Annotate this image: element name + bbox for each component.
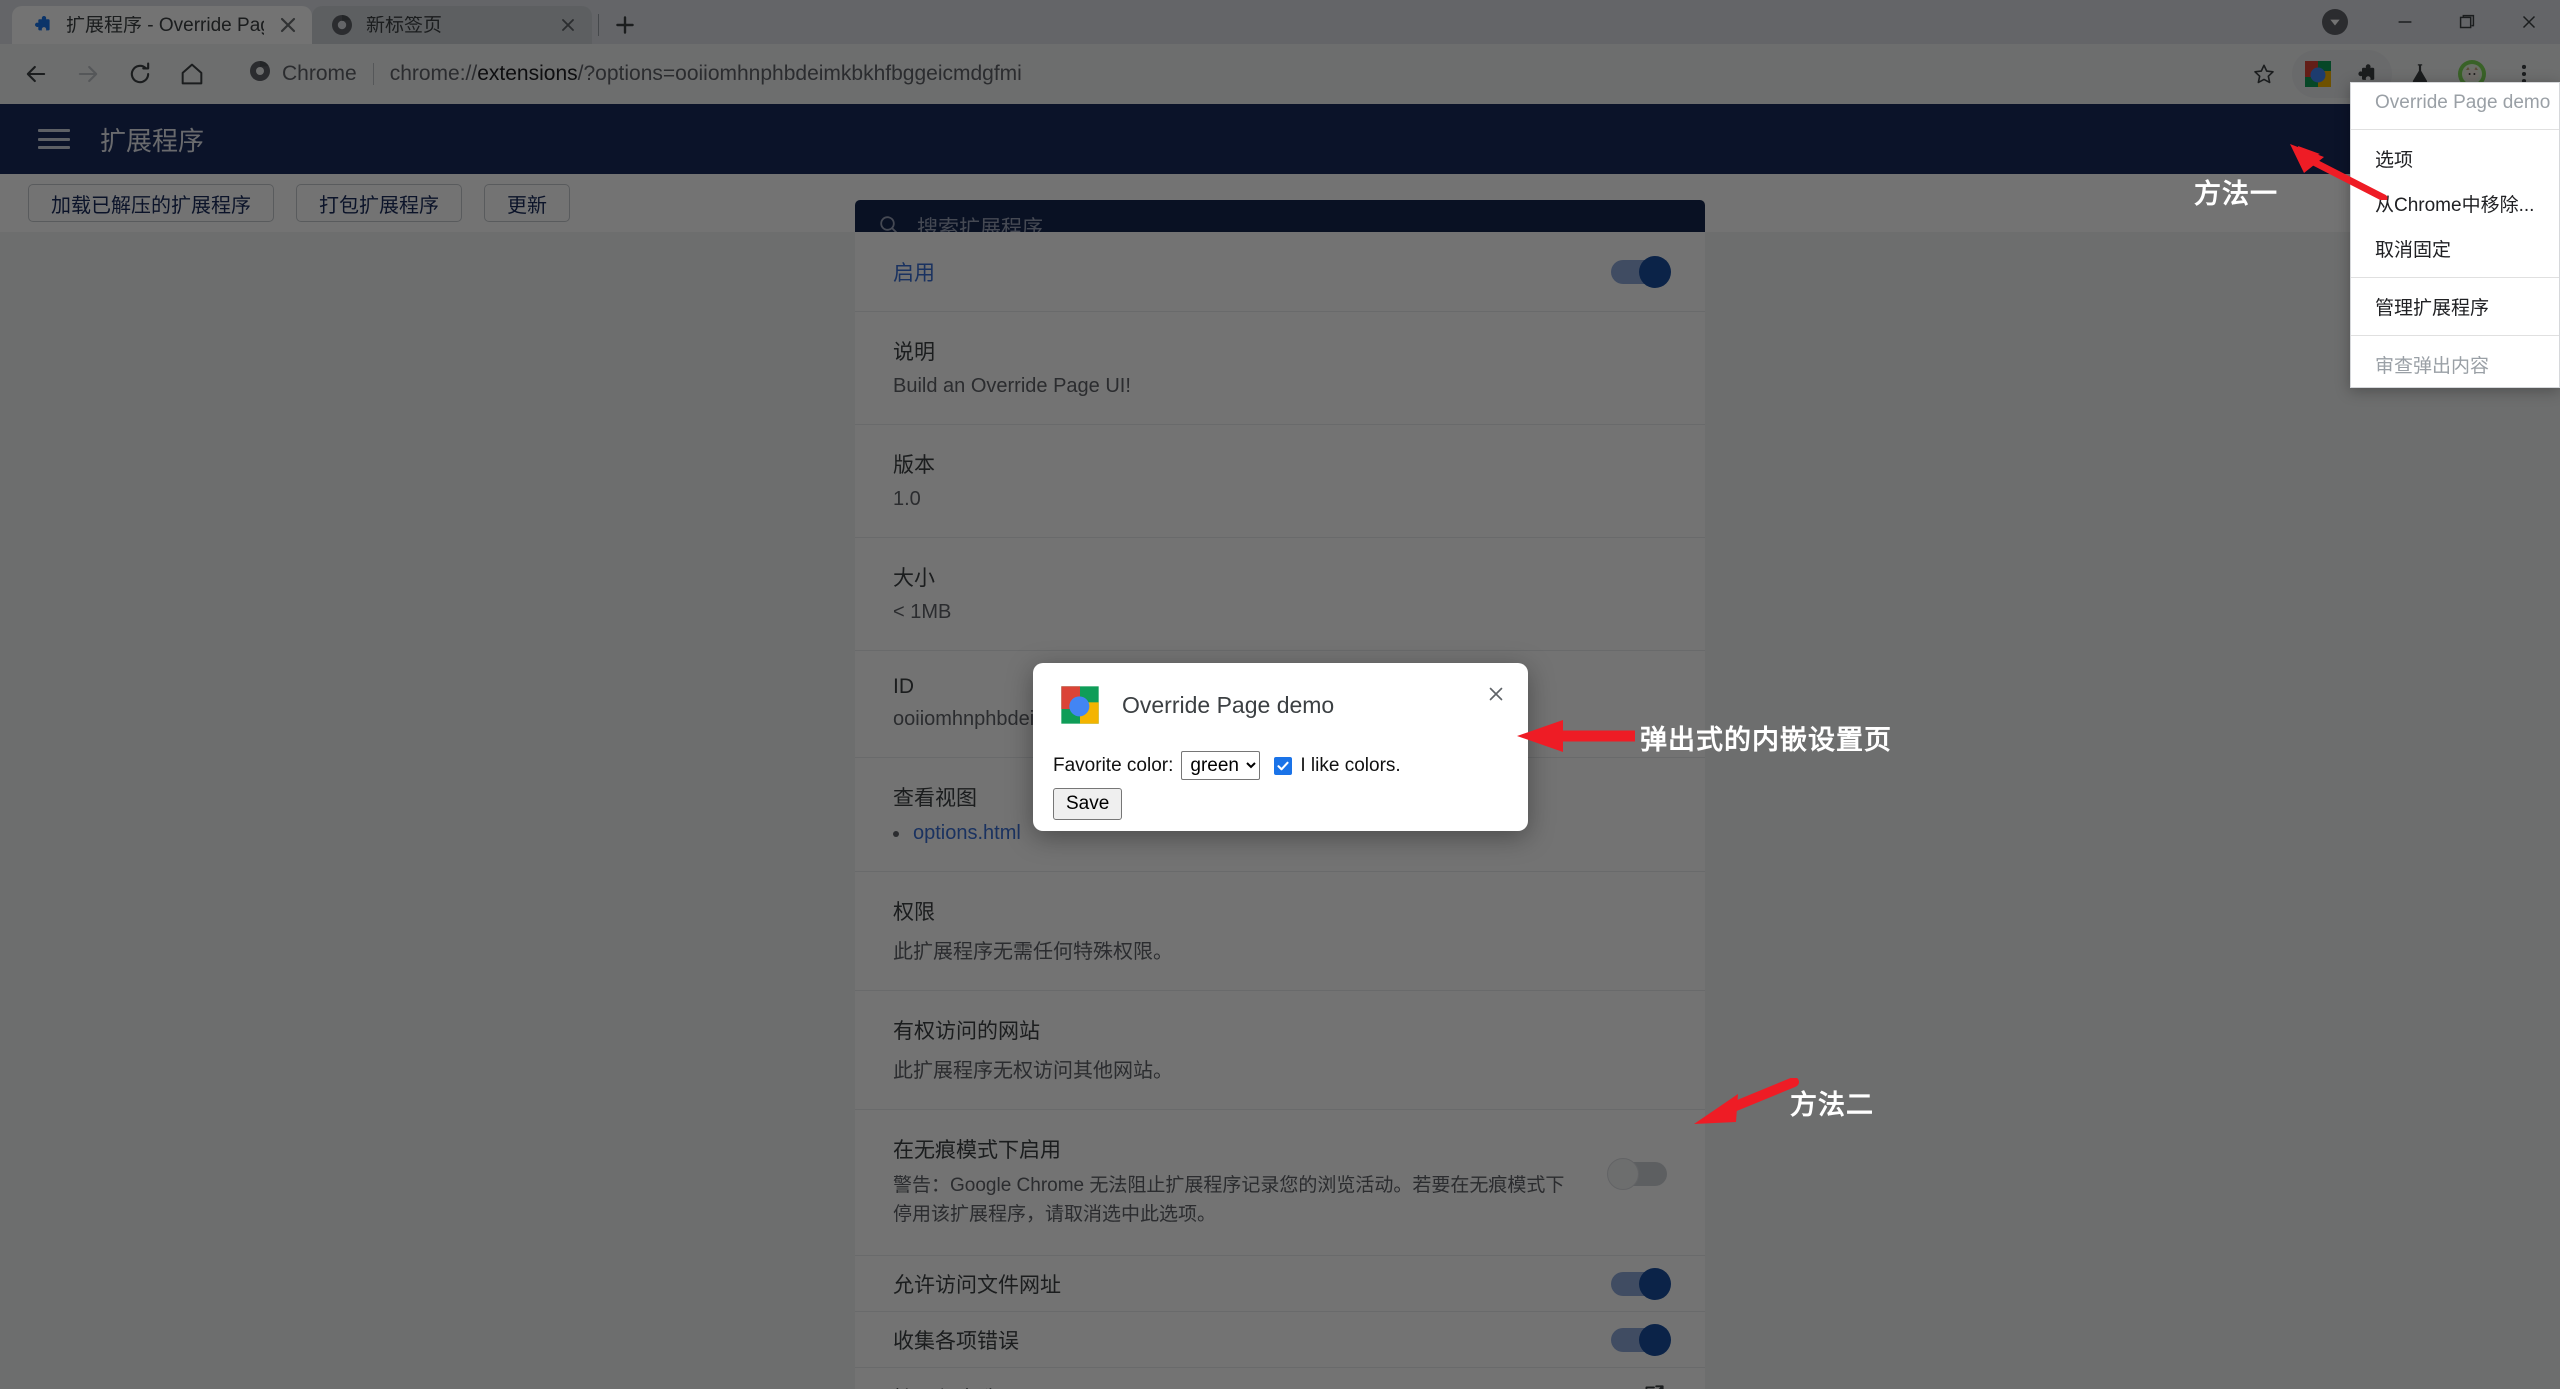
annotation-method-two-arrow: [1690, 1078, 1800, 1133]
favorite-color-label: Favorite color:: [1053, 755, 1173, 777]
override-page-demo-icon: [1060, 685, 1100, 725]
context-menu-header: Override Page demo: [2351, 83, 2559, 123]
favorite-color-line: Favorite color: green I like colors.: [1053, 751, 1528, 780]
save-button[interactable]: Save: [1053, 788, 1122, 820]
menu-item-manage-extensions[interactable]: 管理扩展程序: [2351, 284, 2559, 329]
menu-divider: [2351, 277, 2559, 278]
dialog-title: Override Page demo: [1122, 692, 1334, 719]
dialog-header: Override Page demo: [1033, 663, 1528, 725]
menu-divider: [2351, 129, 2559, 130]
like-colors-checkbox[interactable]: [1274, 757, 1292, 775]
annotation-method-two-text: 方法二: [1790, 1083, 1874, 1122]
options-dialog: Override Page demo Favorite color: green…: [1033, 663, 1528, 831]
like-colors-label: I like colors.: [1300, 755, 1400, 777]
annotation-inline-options-text: 弹出式的内嵌设置页: [1640, 718, 1892, 757]
extension-context-menu: Override Page demo 选项 从Chrome中移除... 取消固定…: [2350, 82, 2560, 388]
favorite-color-select[interactable]: green: [1181, 751, 1260, 780]
browser-window: 扩展程序 - Override Page demo 新标签页: [0, 0, 2560, 1389]
dialog-form: Favorite color: green I like colors. Sav…: [1033, 725, 1528, 820]
menu-item-unpin[interactable]: 取消固定: [2351, 226, 2559, 271]
annotation-method-one-arrow: [2280, 140, 2390, 200]
menu-item-inspect-popup: 审查弹出内容: [2351, 342, 2559, 387]
annotation-inline-options-arrow: [1515, 716, 1640, 756]
annotation-method-one-text: 方法一: [2194, 172, 2278, 211]
menu-divider: [2351, 335, 2559, 336]
close-icon[interactable]: [1482, 680, 1510, 708]
